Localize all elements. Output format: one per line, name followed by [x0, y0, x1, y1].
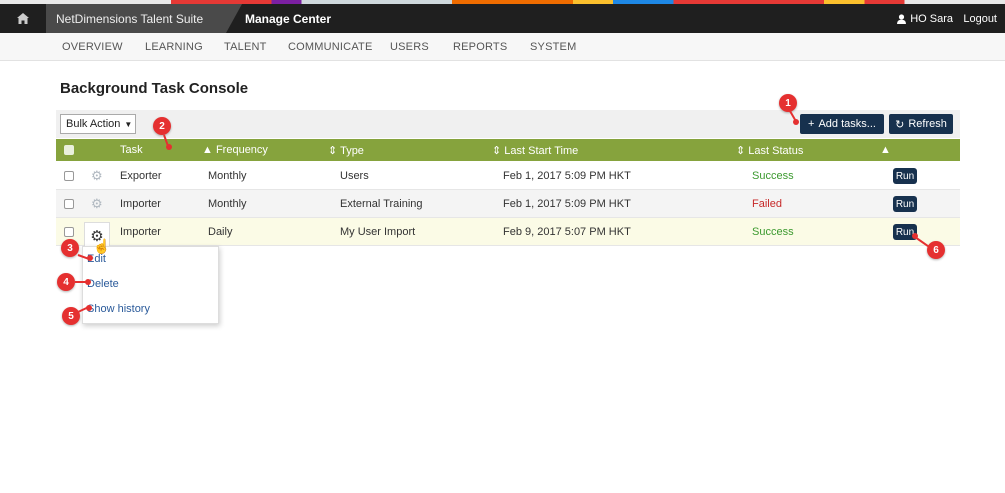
user-name: HO Sara	[910, 12, 953, 25]
cell-task: Importer	[120, 198, 161, 210]
nav-users[interactable]: USERS	[390, 41, 429, 53]
run-button[interactable]: Run	[893, 168, 917, 184]
callout-2: 2	[153, 117, 171, 135]
cell-frequency: Monthly	[208, 198, 247, 210]
gear-icon[interactable]: ⚙	[91, 197, 103, 211]
menu-show-history[interactable]: Show history	[87, 303, 150, 315]
callout-dot	[85, 279, 91, 285]
callout-dot	[86, 305, 92, 311]
header-frequency-label: Frequency	[215, 144, 268, 156]
header-last-status-label: Last Status	[748, 145, 804, 157]
cell-status: Success	[752, 170, 794, 182]
cell-type: External Training	[340, 198, 423, 210]
cell-status: Failed	[752, 198, 782, 210]
sort-up-icon: ▲	[202, 144, 213, 156]
header-frequency[interactable]: ▲ Frequency	[202, 144, 268, 156]
bulk-action-select[interactable]: Bulk Action ▼	[60, 114, 136, 134]
table-row: Importer Daily My User Import Feb 9, 201…	[56, 218, 960, 246]
menu-delete[interactable]: Delete	[87, 278, 119, 290]
cell-type: Users	[340, 170, 369, 182]
cell-last-start: Feb 1, 2017 5:09 PM HKT	[503, 170, 631, 182]
table-header: Task ▲ Frequency ⇕ Type ⇕ Last Start Tim…	[56, 139, 960, 161]
select-all-checkbox[interactable]	[64, 145, 74, 155]
header-task[interactable]: Task	[120, 144, 143, 156]
cell-task: Importer	[120, 226, 161, 238]
sort-icon: ⇕	[492, 145, 502, 157]
user-menu[interactable]: HO Sara	[897, 4, 953, 33]
cell-frequency: Monthly	[208, 170, 247, 182]
header-last-status[interactable]: ⇕ Last Status	[736, 144, 803, 157]
nav-communicate[interactable]: COMMUNICATE	[288, 41, 373, 53]
callout-5: 5	[62, 307, 80, 325]
hand-cursor-icon: ☝	[93, 238, 111, 254]
task-toolbar: Bulk Action ▼ + Add tasks... ↻ Refresh	[56, 110, 960, 138]
suite-name[interactable]: NetDimensions Talent Suite	[46, 4, 242, 33]
page-title: Background Task Console	[60, 80, 249, 97]
gear-icon[interactable]: ⚙	[91, 169, 103, 183]
nav-overview[interactable]: OVERVIEW	[62, 41, 123, 53]
nav-talent[interactable]: TALENT	[224, 41, 267, 53]
sort-icon: ⇕	[736, 145, 746, 157]
callout-dot	[912, 233, 918, 239]
sort-up-icon[interactable]: ▲	[880, 144, 891, 156]
home-icon[interactable]	[0, 4, 46, 33]
bulk-action-label: Bulk Action	[66, 118, 121, 130]
callout-6: 6	[927, 241, 945, 259]
refresh-button[interactable]: ↻ Refresh	[889, 114, 953, 134]
callout-dot	[87, 255, 93, 261]
add-tasks-button[interactable]: + Add tasks...	[800, 114, 884, 134]
caret-down-icon: ▼	[124, 119, 133, 129]
nav-learning[interactable]: LEARNING	[145, 41, 203, 53]
sort-icon: ⇕	[328, 145, 338, 157]
callout-dot	[166, 144, 172, 150]
callout-3: 3	[61, 239, 79, 257]
cell-task: Exporter	[120, 170, 162, 182]
refresh-label: Refresh	[908, 118, 947, 130]
header-type[interactable]: ⇕ Type	[328, 144, 364, 157]
row-checkbox[interactable]	[64, 227, 74, 237]
callout-4: 4	[57, 273, 75, 291]
header-type-label: Type	[340, 145, 364, 157]
header-last-start[interactable]: ⇕ Last Start Time	[492, 144, 578, 157]
table-row: ⚙ Importer Monthly External Training Feb…	[56, 190, 960, 218]
cell-frequency: Daily	[208, 226, 233, 238]
top-bar: NetDimensions Talent Suite Manage Center…	[0, 4, 1005, 33]
callout-1: 1	[779, 94, 797, 112]
row-actions-menu: Edit Delete Show history	[82, 246, 219, 324]
callout-dot	[793, 119, 799, 125]
cell-last-start: Feb 1, 2017 5:09 PM HKT	[503, 198, 631, 210]
table-row: ⚙ Exporter Monthly Users Feb 1, 2017 5:0…	[56, 162, 960, 190]
nav-reports[interactable]: REPORTS	[453, 41, 507, 53]
user-icon	[897, 13, 907, 24]
cell-last-start: Feb 9, 2017 5:07 PM HKT	[503, 226, 631, 238]
nav-system[interactable]: SYSTEM	[530, 41, 576, 53]
add-tasks-label: Add tasks...	[818, 118, 876, 130]
plus-icon: +	[808, 118, 815, 130]
refresh-icon: ↻	[895, 118, 905, 131]
row-checkbox[interactable]	[64, 171, 74, 181]
main-nav: OVERVIEW LEARNING TALENT COMMUNICATE USE…	[0, 33, 1005, 61]
header-last-start-label: Last Start Time	[504, 145, 579, 157]
cell-type: My User Import	[340, 226, 416, 238]
row-checkbox[interactable]	[64, 199, 74, 209]
logout-link[interactable]: Logout	[963, 4, 997, 33]
cell-status: Success	[752, 226, 794, 238]
section-title: Manage Center	[245, 11, 332, 26]
run-button[interactable]: Run	[893, 196, 917, 212]
